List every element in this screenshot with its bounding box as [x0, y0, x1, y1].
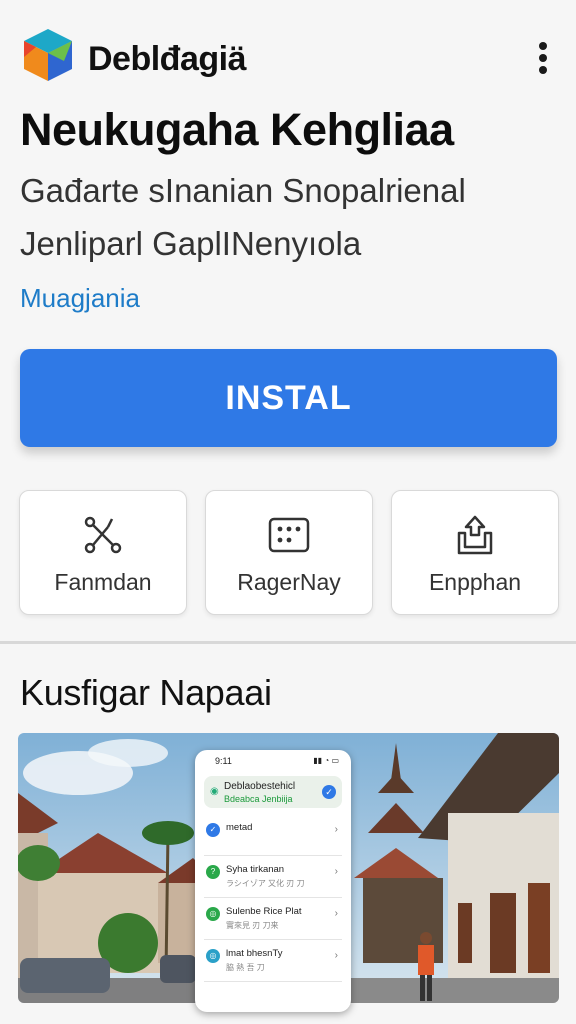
phone-item-subtitle: ラシイゾア 又化 刃 刀: [226, 879, 305, 888]
chevron-right-icon: ›: [334, 824, 338, 835]
phone-item-icon: ✓: [206, 823, 220, 837]
phone-header-icon: ◉: [210, 786, 219, 797]
app-header: Deblđagiä: [0, 0, 576, 100]
phone-check-icon: ✓: [322, 785, 336, 799]
more-options-icon[interactable]: [528, 40, 558, 76]
app-title: Neukugaha Kehgliaa: [20, 104, 454, 155]
action-label: Enpphan: [428, 569, 522, 595]
phone-item-title: lmat bhesnTy: [226, 948, 283, 959]
action-label: RagerNay: [237, 569, 341, 595]
brand-name: Deblđagiä: [88, 40, 246, 78]
install-button[interactable]: INSTAL: [20, 349, 557, 447]
app-category-link[interactable]: Muagjania: [20, 283, 140, 314]
chevron-right-icon: ›: [334, 950, 338, 961]
phone-list-item: ✓ metad ›: [204, 816, 342, 856]
chevron-right-icon: ›: [334, 908, 338, 919]
phone-item-title: Sulenbe Rice Plat: [226, 906, 302, 917]
phone-list-item: ? Syha tirkanan ラシイゾア 又化 刃 刀 ›: [204, 858, 342, 898]
app-logo-icon: [24, 29, 72, 81]
action-ragernay[interactable]: RagerNay: [205, 490, 373, 615]
phone-list-item: ◎ Sulenbe Rice Plat 實來見 刃 刀来 ›: [204, 900, 342, 940]
phone-time: 9:11: [215, 756, 232, 766]
phone-item-subtitle: 脇 熱 吾 刀: [226, 963, 265, 972]
action-label: Fanmdan: [54, 569, 152, 595]
phone-list-item: ◎ lmat bhesnTy 脇 熱 吾 刀 ›: [204, 942, 342, 982]
section-title: Kusfigar Napaai: [20, 672, 272, 713]
app-subtitle-line2: Jenliparl GaplINenyıola: [20, 225, 362, 262]
phone-item-icon: ?: [206, 865, 220, 879]
tools-icon: [84, 516, 122, 554]
phone-status-icons: ▮▮ ◔ ▭: [313, 756, 339, 765]
action-row: Fanmdan RagerNay Enpphan: [19, 490, 559, 615]
phone-item-title: Syha tirkanan: [226, 864, 285, 875]
phone-item-icon: ◎: [206, 907, 220, 921]
phone-header-card: ◉ Deblaobestehicl Bdeabca Jenbiija ✓: [204, 776, 342, 808]
phone-header-title: Deblaobestehicl: [224, 781, 296, 792]
action-enpphan[interactable]: Enpphan: [391, 490, 559, 615]
phone-item-title: metad: [226, 822, 253, 833]
keypad-icon: [268, 517, 310, 553]
action-fanmdan[interactable]: Fanmdan: [19, 490, 187, 615]
phone-item-icon: ◎: [206, 949, 220, 963]
preview-phone: 9:11 ▮▮ ◔ ▭ ◉ Deblaobestehicl Bdeabca Je…: [195, 750, 351, 1012]
section-divider: [0, 641, 576, 644]
app-subtitle-line1: Gađarte sInanian Snopalrienal: [20, 172, 466, 209]
phone-item-subtitle: 實來見 刃 刀来: [226, 921, 279, 930]
share-icon: [457, 515, 493, 555]
chevron-right-icon: ›: [334, 866, 338, 877]
phone-header-subtitle: Bdeabca Jenbiija: [224, 794, 293, 804]
